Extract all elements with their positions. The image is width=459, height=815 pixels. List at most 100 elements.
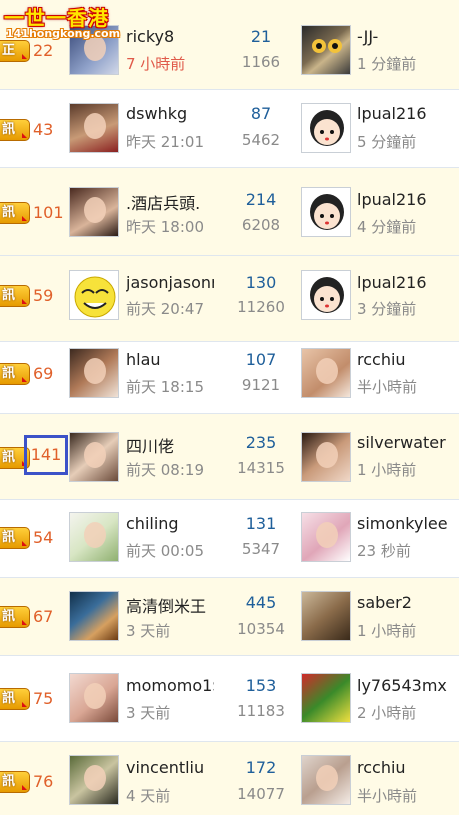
last-poster-name[interactable]: simonkylee	[357, 514, 453, 533]
last-post-time[interactable]: 1 分鐘前	[357, 53, 453, 74]
last-poster-name[interactable]: rcchiu	[357, 350, 453, 369]
author-avatar[interactable]	[69, 103, 119, 153]
thread-row[interactable]: 訊 59 jasonjasonr 前天 20:47 130 11260 lpua…	[0, 256, 459, 342]
reply-count[interactable]: 214	[232, 190, 290, 209]
last-poster-avatar[interactable]	[301, 432, 351, 482]
last-poster-name[interactable]: lpual216	[357, 190, 453, 209]
thread-count: 75	[33, 689, 54, 708]
view-count: 1166	[241, 53, 281, 71]
thread-row[interactable]: 訊 101 .酒店兵頭. 昨天 18:00 214 6208 lpual216 …	[0, 168, 459, 256]
last-post-time[interactable]: 1 小時前	[357, 459, 453, 480]
post-time: 7 小時前	[126, 55, 186, 73]
thread-row[interactable]: 訊 76 vincentliu 4 天前 172 14077 rcchiu 半小…	[0, 742, 459, 815]
view-count: 6208	[241, 216, 281, 234]
last-poster-name[interactable]: rcchiu	[357, 758, 453, 777]
reply-count[interactable]: 21	[232, 27, 290, 46]
reply-count[interactable]: 130	[232, 273, 290, 292]
author-avatar[interactable]	[69, 432, 119, 482]
post-time: 昨天 18:00	[126, 218, 204, 236]
author-name[interactable]: 高清倒米王	[126, 593, 214, 617]
last-poster-name[interactable]: -JJ-	[357, 27, 453, 46]
thread-row[interactable]: 訊 69 hlau 前天 18:15 107 9121 rcchiu 半小時前	[0, 342, 459, 414]
thread-count: 67	[33, 607, 54, 626]
site-logo[interactable]: 一世一香港 141hongkong.com	[0, 0, 124, 44]
author-avatar[interactable]	[69, 348, 119, 398]
thread-badge-icon: 訊	[0, 363, 30, 385]
author-name[interactable]: vincentliu	[126, 758, 214, 777]
view-count: 10354	[237, 620, 285, 638]
thread-row[interactable]: 訊 75 momomo1$ 3 天前 153 11183 ly76543mx 2…	[0, 656, 459, 742]
reply-count[interactable]: 131	[232, 514, 290, 533]
post-time: 前天 00:05	[126, 542, 204, 560]
last-poster-avatar[interactable]	[301, 512, 351, 562]
view-count: 11183	[237, 702, 285, 720]
last-post-time[interactable]: 23 秒前	[357, 540, 453, 561]
last-post-time[interactable]: 4 分鐘前	[357, 216, 453, 237]
last-poster-name[interactable]: silverwater	[357, 433, 453, 452]
last-poster-avatar[interactable]	[301, 270, 351, 320]
view-count: 9121	[241, 376, 281, 394]
last-poster-avatar[interactable]	[301, 187, 351, 237]
author-avatar[interactable]	[69, 187, 119, 237]
last-post-time[interactable]: 半小時前	[357, 785, 453, 806]
author-name[interactable]: jasonjasonr	[126, 273, 214, 292]
thread-badge-icon: 訊	[0, 688, 30, 710]
view-count: 14315	[237, 459, 285, 477]
last-poster-name[interactable]: ly76543mx	[357, 676, 453, 695]
last-post-time[interactable]: 5 分鐘前	[357, 131, 453, 152]
thread-row[interactable]: 訊 141 四川佬 前天 08:19 235 14315 silverwater…	[0, 414, 459, 500]
thread-row[interactable]: 訊 43 dswhkg 昨天 21:01 87 5462 lpual216 5 …	[0, 90, 459, 168]
view-count: 5347	[241, 540, 281, 558]
last-poster-avatar[interactable]	[301, 348, 351, 398]
last-poster-avatar[interactable]	[301, 103, 351, 153]
thread-row[interactable]: 訊 54 chiling 前天 00:05 131 5347 simonkyle…	[0, 500, 459, 578]
last-post-time[interactable]: 2 小時前	[357, 702, 453, 723]
last-poster-avatar[interactable]	[301, 25, 351, 75]
logo-domain: 141hongkong.com	[6, 27, 121, 40]
last-poster-avatar[interactable]	[301, 673, 351, 723]
author-name[interactable]: dswhkg	[126, 104, 214, 123]
last-poster-name[interactable]: lpual216	[357, 273, 453, 292]
last-poster-avatar[interactable]	[301, 755, 351, 805]
thread-count: 59	[33, 286, 54, 305]
author-name[interactable]: chiling	[126, 514, 214, 533]
reply-count[interactable]: 445	[232, 593, 290, 612]
post-time: 4 天前	[126, 787, 171, 805]
post-time: 昨天 21:01	[126, 133, 204, 151]
last-poster-name[interactable]: lpual216	[357, 104, 453, 123]
reply-count[interactable]: 107	[232, 350, 290, 369]
last-post-time[interactable]: 3 分鐘前	[357, 298, 453, 319]
thread-row[interactable]: 訊 67 高清倒米王 3 天前 445 10354 saber2 1 小時前	[0, 578, 459, 656]
view-count: 14077	[237, 785, 285, 803]
view-count: 11260	[237, 298, 285, 316]
last-poster-avatar[interactable]	[301, 591, 351, 641]
author-avatar[interactable]	[69, 512, 119, 562]
reply-count[interactable]: 153	[232, 676, 290, 695]
thread-badge-icon: 訊	[0, 119, 30, 141]
author-name[interactable]: momomo1$	[126, 676, 214, 695]
author-name[interactable]: ricky8	[126, 27, 214, 46]
thread-badge-icon: 訊	[0, 285, 30, 307]
post-time: 3 天前	[126, 704, 171, 722]
reply-count[interactable]: 87	[232, 104, 290, 123]
author-avatar[interactable]	[69, 270, 119, 320]
thread-count: 69	[33, 364, 54, 383]
author-avatar[interactable]	[69, 591, 119, 641]
author-name[interactable]: hlau	[126, 350, 214, 369]
thread-count: 43	[33, 120, 54, 139]
post-time: 3 天前	[126, 622, 171, 640]
last-post-time[interactable]: 半小時前	[357, 376, 453, 397]
thread-badge-icon: 訊	[0, 527, 30, 549]
author-name[interactable]: .酒店兵頭.	[126, 190, 214, 214]
thread-badge-icon: 訊	[0, 771, 30, 793]
last-post-time[interactable]: 1 小時前	[357, 620, 453, 641]
author-name[interactable]: 四川佬	[126, 433, 214, 457]
author-avatar[interactable]	[69, 755, 119, 805]
last-poster-name[interactable]: saber2	[357, 593, 453, 612]
thread-count: 101	[33, 203, 64, 222]
reply-count[interactable]: 235	[232, 433, 290, 452]
author-avatar[interactable]	[69, 673, 119, 723]
thread-count: 141	[24, 435, 68, 475]
thread-badge-icon: 訊	[0, 202, 30, 224]
reply-count[interactable]: 172	[232, 758, 290, 777]
